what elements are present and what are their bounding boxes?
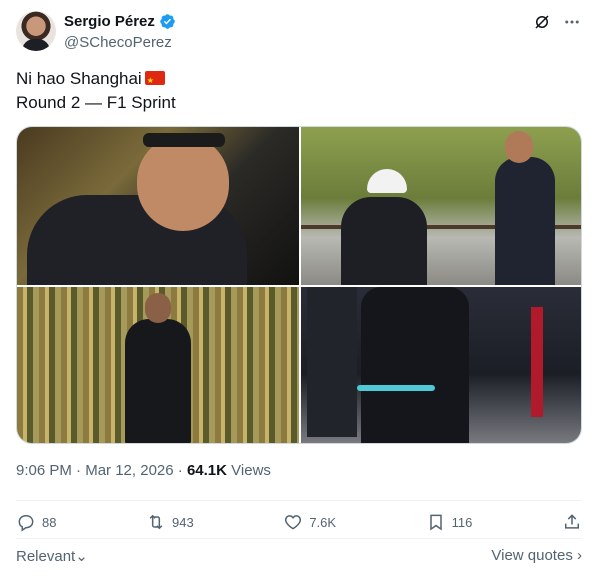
like-count: 7.6K (309, 514, 337, 530)
chevron-right-icon: › (577, 547, 582, 564)
retweet-button[interactable]: 943 (146, 512, 194, 532)
tweet-date[interactable]: Mar 12, 2026 (85, 462, 173, 479)
bookmark-icon (429, 514, 442, 531)
avatar[interactable] (16, 11, 56, 51)
views-label: Views (231, 462, 271, 479)
photo-2[interactable] (301, 127, 581, 285)
reply-button[interactable]: 88 (16, 512, 56, 532)
view-quotes-link[interactable]: View quotes › (491, 547, 582, 565)
media-grid (16, 126, 582, 444)
retweet-count: 943 (172, 514, 194, 530)
tweet-text-line-1: Ni hao Shanghai (16, 69, 142, 88)
reply-count: 88 (42, 514, 57, 530)
more-icon[interactable] (562, 12, 582, 32)
relevant-sort-button[interactable]: Relevant⌄ (16, 547, 88, 565)
china-flag-icon (144, 69, 165, 93)
bookmark-button[interactable]: 116 (426, 512, 473, 532)
tweet-text-line-2: Round 2 — F1 Sprint (16, 93, 176, 112)
grok-icon[interactable] (532, 12, 552, 32)
meta-separator: · (177, 462, 183, 479)
tweet-text: Ni hao Shanghai Round 2 — F1 Sprint (16, 67, 176, 115)
photo-4[interactable] (301, 287, 581, 443)
retweet-icon (149, 514, 163, 530)
photo-3[interactable] (17, 287, 299, 443)
views-count[interactable]: 64.1K (187, 462, 227, 479)
chevron-down-icon: ⌄ (75, 548, 88, 565)
like-button[interactable]: 7.6K (283, 512, 336, 532)
relevant-label: Relevant (16, 548, 76, 565)
divider (16, 500, 582, 501)
meta-separator: · (76, 462, 82, 479)
top-actions (532, 12, 582, 32)
photo-1[interactable] (17, 127, 299, 285)
reply-icon (18, 515, 34, 532)
divider (16, 538, 582, 539)
tweet-time[interactable]: 9:06 PM (16, 462, 72, 479)
verified-badge-icon (160, 14, 175, 29)
share-button[interactable] (562, 512, 582, 532)
author-name-row: Sergio Pérez (64, 13, 176, 30)
bookmark-count: 116 (451, 514, 473, 530)
author-display-name[interactable]: Sergio Pérez (64, 13, 155, 30)
view-quotes-label: View quotes (491, 547, 573, 564)
share-icon (564, 514, 579, 529)
replies-footer: Relevant⌄ View quotes › (16, 547, 582, 565)
tweet-meta: 9:06 PM · Mar 12, 2026 · 64.1K Views (16, 462, 271, 479)
author-handle[interactable]: @SChecoPerez (64, 34, 172, 51)
like-icon (285, 515, 302, 530)
action-bar: 88 943 7.6K 116 (16, 512, 582, 532)
